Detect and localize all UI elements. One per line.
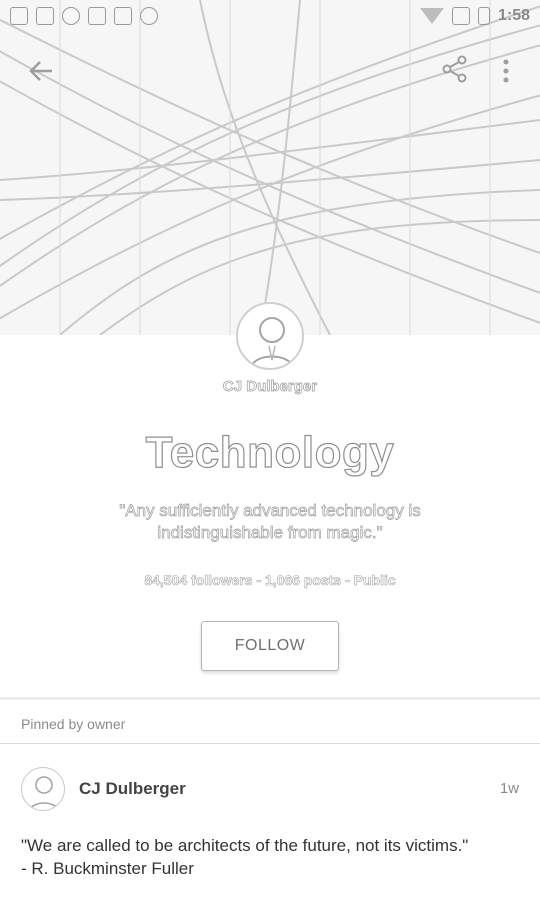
person-avatar-icon — [29, 776, 59, 810]
more-vertical-icon — [503, 59, 509, 83]
arrow-left-icon — [29, 61, 52, 81]
no-sim-icon — [451, 7, 470, 25]
community-tagline: "Any sufficiently advanced technology is… — [119, 501, 421, 543]
post-quote-line: "We are called to be architects of the f… — [21, 836, 469, 855]
post-body[interactable]: "We are called to be architects of the f… — [21, 834, 521, 880]
section-divider — [0, 697, 540, 700]
status-bar-right: 1:58 — [419, 7, 530, 25]
wifi-icon — [419, 8, 444, 24]
community-title: Technology — [145, 427, 395, 477]
info-icon — [62, 7, 80, 25]
share-icon — [442, 55, 467, 83]
status-bar-left — [10, 7, 158, 25]
person-avatar-icon — [249, 317, 295, 368]
pinned-label: Pinned by owner — [21, 716, 126, 732]
app-icon — [114, 7, 132, 25]
post-timestamp: 1w — [499, 780, 519, 797]
battery-icon — [477, 7, 490, 25]
community-stats: 84,504 followers - 1,066 posts - Public — [144, 572, 396, 589]
post-author-name[interactable]: CJ Dulberger — [79, 779, 186, 799]
highway-interchange-image — [0, 0, 540, 335]
post-attribution-line: - R. Buckminster Fuller — [21, 859, 194, 878]
status-time: 1:58 — [497, 7, 530, 24]
more-options-button[interactable] — [494, 54, 518, 88]
status-bar: 1:58 — [0, 0, 540, 32]
back-button[interactable] — [24, 54, 58, 88]
lock-icon — [88, 7, 106, 25]
share-button[interactable] — [440, 54, 470, 84]
cover-image — [0, 0, 540, 335]
message-icon — [36, 7, 54, 25]
pinned-divider — [0, 743, 540, 744]
post-author-avatar[interactable] — [21, 767, 65, 811]
notification-icon — [10, 7, 28, 25]
owner-avatar[interactable] — [236, 302, 304, 370]
owner-name[interactable]: CJ Dulberger — [0, 378, 540, 396]
android-icon — [140, 7, 158, 25]
follow-button[interactable]: FOLLOW — [201, 621, 339, 671]
